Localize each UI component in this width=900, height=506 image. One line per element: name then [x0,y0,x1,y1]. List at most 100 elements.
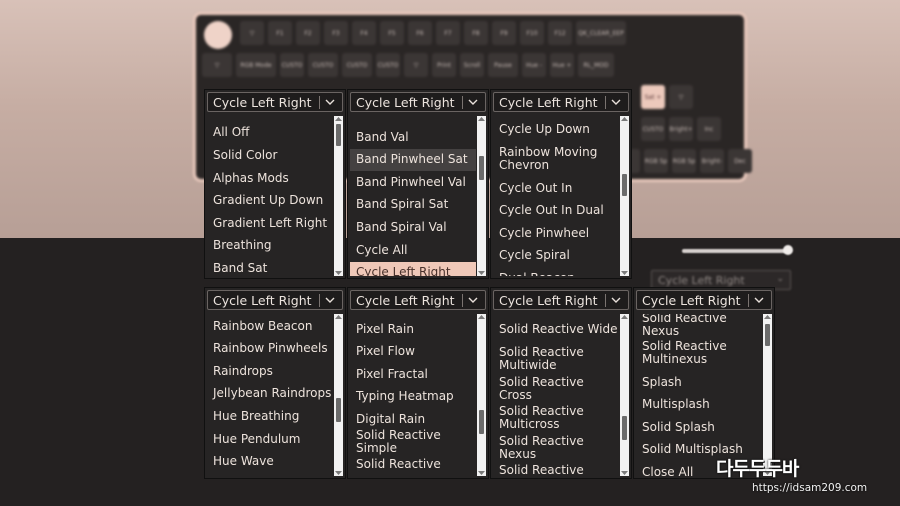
option-item[interactable]: Solid Reactive Multicross [493,401,619,435]
effect-dropdown-7[interactable]: Cycle Left Right Solid Reactive Nexus Soli… [633,287,775,479]
brightness-slider-thumb[interactable] [783,245,793,255]
scrollbar-thumb[interactable] [765,324,770,346]
dropdown-header[interactable]: Cycle Left Right [207,290,343,310]
chevron-down-icon[interactable] [752,292,766,308]
keyboard-key: Dec [728,149,752,173]
option-item[interactable]: Rainbow Moving Chevron [493,142,619,176]
option-item[interactable]: Cycle Spiral [493,245,619,267]
scroll-up-arrow-icon[interactable] [335,315,342,319]
scroll-up-arrow-icon[interactable] [621,315,628,319]
scroll-up-arrow-icon[interactable] [621,117,628,121]
scrollbar-thumb[interactable] [622,174,627,196]
option-item[interactable]: Solid Reactive Wide [493,319,619,341]
effect-dropdown-6[interactable]: Cycle Left Right Solid Reactive Wide Solid… [490,287,632,479]
scrollbar-thumb[interactable] [622,416,627,440]
option-item[interactable]: Cycle Up Down [493,119,619,141]
chevron-down-icon[interactable] [609,94,623,110]
option-item[interactable]: Typing Heatmap [350,386,476,408]
scrollbar-thumb[interactable] [336,398,341,422]
brightness-slider-track[interactable] [682,249,790,253]
scrollbar-thumb[interactable] [479,156,484,180]
option-item[interactable]: Band Sat [207,258,333,276]
option-item[interactable]: Solid Reactive Nexus [636,314,762,338]
option-item[interactable]: Breathing [207,235,333,257]
scroll-down-arrow-icon[interactable] [478,271,485,275]
option-label: Multisplash [642,397,710,412]
option-item[interactable]: Solid Color [207,145,333,167]
scrollbar[interactable] [477,314,486,476]
option-item[interactable]: Solid Reactive [350,454,476,476]
scrollbar-thumb[interactable] [336,124,341,146]
effect-dropdown-3[interactable]: Cycle Left Right Cycle Up Down Rainbow Mov… [490,89,632,279]
effect-dropdown-2[interactable]: Cycle Left Right Band Val Band Pinwheel Sa… [347,89,489,279]
option-item[interactable]: Jellybean Raindrops [207,383,333,405]
option-item[interactable]: Cycle Left Right [350,262,476,276]
scrollbar[interactable] [620,314,629,476]
option-item[interactable]: Cycle Out In [493,178,619,200]
scrollbar-thumb[interactable] [479,410,484,434]
option-item[interactable]: Solid Reactive Simple [350,428,476,455]
keyboard-key: F8 [464,21,488,45]
option-item[interactable]: Cycle All [350,240,476,262]
scroll-up-arrow-icon[interactable] [764,315,771,319]
scrollbar[interactable] [477,116,486,276]
option-item[interactable]: Band Val [350,127,476,149]
option-item[interactable]: Alphas Mods [207,168,333,190]
header-divider [462,294,463,307]
option-item[interactable]: Band Pinwheel Val [350,172,476,194]
chevron-down-icon[interactable] [609,292,623,308]
dropdown-header[interactable]: Cycle Left Right [493,92,629,112]
scroll-down-arrow-icon[interactable] [621,271,628,275]
option-item[interactable]: Band Spiral Sat [350,194,476,216]
dropdown-header[interactable]: Cycle Left Right [350,290,486,310]
option-item[interactable]: Multisplash [636,394,762,416]
effect-dropdown-1[interactable]: Cycle Left Right All Off Solid Color Alphas… [204,89,346,279]
option-item[interactable]: Rainbow Pinwheels [207,338,333,360]
option-item[interactable]: Rainbow Beacon [207,316,333,338]
option-item[interactable]: All Off [207,122,333,144]
chevron-down-icon[interactable] [466,94,480,110]
option-item[interactable]: Solid Reactive Nexus [493,434,619,461]
scroll-up-arrow-icon[interactable] [478,117,485,121]
option-item[interactable]: Pixel Rain [350,319,476,341]
scroll-down-arrow-icon[interactable] [335,271,342,275]
option-item[interactable]: Dual Beacon [493,268,619,276]
scroll-down-arrow-icon[interactable] [621,471,628,475]
option-item[interactable]: Pixel Fractal [350,364,476,386]
option-item[interactable]: Solid Reactive Multiwide [493,342,619,376]
option-item[interactable]: Cycle Pinwheel [493,223,619,245]
scrollbar[interactable] [334,314,343,476]
scrollbar[interactable] [334,116,343,276]
dropdown-header[interactable]: Cycle Left Right [493,290,629,310]
scrollbar[interactable] [763,314,772,476]
option-item[interactable]: Band Pinwheel Sat [350,149,476,171]
effect-dropdown-4[interactable]: Cycle Left Right Rainbow Beacon Rainbow Pi… [204,287,346,479]
option-item[interactable]: Raindrops [207,361,333,383]
option-item[interactable]: Hue Wave [207,451,333,473]
option-item[interactable]: Gradient Up Down [207,190,333,212]
effect-dropdown-5[interactable]: Cycle Left Right Pixel Rain Pixel Flow Pixe… [347,287,489,479]
option-item[interactable]: Solid Splash [636,417,762,439]
scroll-up-arrow-icon[interactable] [478,315,485,319]
option-item[interactable]: Gradient Left Right [207,213,333,235]
option-item[interactable]: Pixel Flow [350,341,476,363]
selected-effect: Cycle Left Right [356,95,455,110]
dropdown-header[interactable]: Cycle Left Right [207,92,343,112]
scroll-down-arrow-icon[interactable] [478,471,485,475]
option-item[interactable]: Hue Breathing [207,406,333,428]
chevron-down-icon[interactable] [466,292,480,308]
option-item[interactable]: Band Spiral Val [350,217,476,239]
scroll-up-arrow-icon[interactable] [335,117,342,121]
option-item[interactable]: Solid Reactive Cross [493,375,619,402]
chevron-down-icon[interactable] [323,94,337,110]
scrollbar[interactable] [620,116,629,276]
option-item[interactable]: Solid Reactive Multinexus [493,460,619,476]
scroll-down-arrow-icon[interactable] [335,471,342,475]
option-item[interactable]: Splash [636,372,762,394]
option-item[interactable]: Cycle Out In Dual [493,200,619,222]
chevron-down-icon[interactable] [323,292,337,308]
dropdown-header[interactable]: Cycle Left Right [636,290,772,310]
option-item[interactable]: Solid Reactive Multinexus [636,336,762,370]
dropdown-header[interactable]: Cycle Left Right [350,92,486,112]
option-item[interactable]: Hue Pendulum [207,429,333,451]
